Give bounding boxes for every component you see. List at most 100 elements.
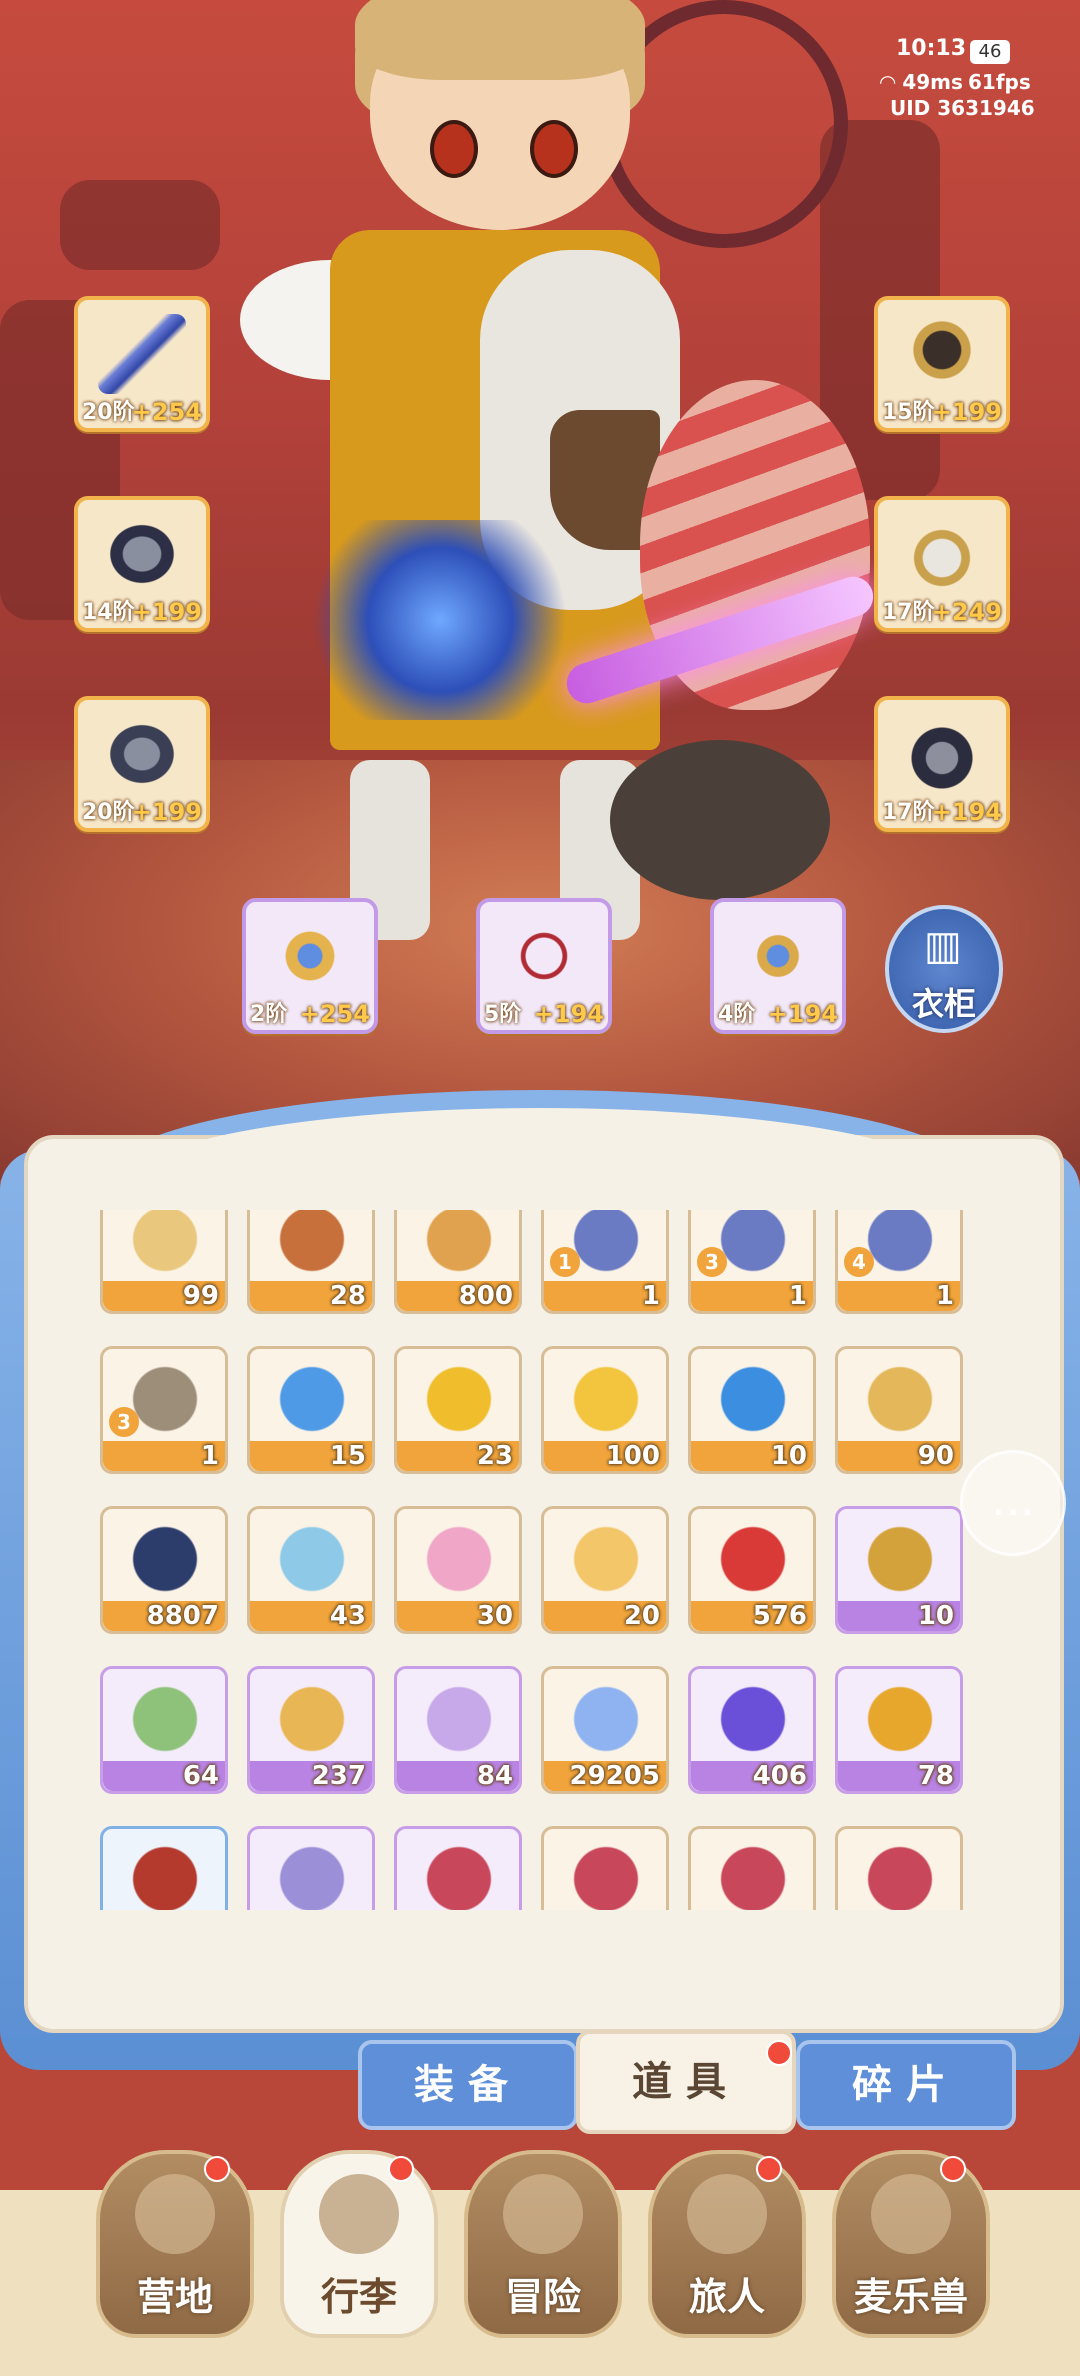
inventory-item[interactable]: 11 — [541, 1210, 669, 1314]
slot-tier: 14阶 — [82, 600, 135, 625]
equip-slot-ring[interactable]: 2阶 +254 — [242, 898, 378, 1034]
weapon-glow — [290, 520, 590, 720]
tab-equipment[interactable]: 装备 — [358, 2040, 578, 2130]
equip-slot-pants[interactable]: 20阶 +199 — [74, 696, 210, 832]
item-icon — [272, 1359, 352, 1439]
slot-plus: +249 — [931, 598, 1002, 626]
slot-tier: 17阶 — [882, 600, 935, 625]
item-icon — [713, 1359, 793, 1439]
inventory-item[interactable]: 100 — [541, 1346, 669, 1474]
item-count: 15 — [329, 1441, 366, 1471]
slot-tier: 4阶 — [718, 1002, 756, 1027]
item-icon — [272, 1679, 352, 1759]
wardrobe-button[interactable]: ▥ 衣柜 — [885, 905, 1003, 1033]
inventory-item[interactable]: 64 — [100, 1666, 228, 1794]
item-icon — [125, 1519, 205, 1599]
inventory-item[interactable]: 29205 — [541, 1666, 669, 1794]
inventory-item[interactable]: 406 — [688, 1666, 816, 1794]
item-icon — [419, 1519, 499, 1599]
inventory-item[interactable]: 30 — [394, 1506, 522, 1634]
nav-luggage[interactable]: 行李 — [280, 2150, 438, 2338]
item-count: 10 — [917, 1601, 954, 1631]
inventory-item[interactable]: 90 — [835, 1346, 963, 1474]
item-icon — [566, 1839, 646, 1910]
pet-icon — [871, 2174, 951, 2254]
inventory-item[interactable]: 10 — [835, 1506, 963, 1634]
equip-slot-necklace[interactable]: 5阶 +194 — [476, 898, 612, 1034]
equip-slot-boots[interactable]: 17阶 +194 — [874, 696, 1010, 832]
equip-slot-gloves[interactable]: 17阶 +249 — [874, 496, 1010, 632]
item-count: 84 — [476, 1761, 513, 1791]
slot-plus: +194 — [931, 798, 1002, 826]
item-grid[interactable]: 99 28 800 1 1 3 1 4 1 3 1 15 23 100 10 90 8807 43 30 20 576 1… — [100, 1210, 980, 1910]
item-icon — [713, 1839, 793, 1910]
item-count: 99 — [182, 1281, 219, 1311]
boots-icon — [898, 714, 986, 794]
slot-tier: 5阶 — [484, 1002, 522, 1027]
inventory-item[interactable]: 237 — [247, 1666, 375, 1794]
inventory-item[interactable] — [688, 1826, 816, 1910]
ring-icon — [266, 916, 354, 996]
wifi-icon: ◠ — [880, 70, 903, 94]
nav-pet[interactable]: 麦乐兽 — [832, 2150, 990, 2338]
tab-fragments[interactable]: 碎片 — [796, 2040, 1016, 2130]
sword-icon — [98, 314, 186, 394]
item-count: 576 — [752, 1601, 807, 1631]
equip-slot-armor[interactable]: 14阶 +199 — [74, 496, 210, 632]
inventory-item[interactable]: 31 — [688, 1210, 816, 1314]
item-count: 237 — [311, 1761, 366, 1791]
inventory-item[interactable]: 8807 — [100, 1506, 228, 1634]
item-count: 8807 — [146, 1601, 219, 1631]
crossed-swords-icon — [503, 2174, 583, 2254]
item-badge: 1 — [550, 1247, 580, 1277]
inventory-item[interactable]: 576 — [688, 1506, 816, 1634]
item-icon — [419, 1839, 499, 1910]
inventory-item[interactable]: 41 — [835, 1210, 963, 1314]
item-icon — [566, 1519, 646, 1599]
nav-traveler[interactable]: 旅人 — [648, 2150, 806, 2338]
item-count: 30 — [476, 1601, 513, 1631]
equip-slot-charm[interactable]: 4阶 +194 — [710, 898, 846, 1034]
item-count: 1 — [641, 1281, 660, 1311]
tab-items[interactable]: 道具 — [576, 2030, 796, 2134]
inventory-item[interactable]: 20 — [541, 1506, 669, 1634]
inventory-item[interactable]: 28 — [247, 1210, 375, 1314]
notification-dot — [756, 2156, 782, 2182]
equip-slot-helmet[interactable]: 15阶 +199 — [874, 296, 1010, 432]
item-count: 1 — [788, 1281, 807, 1311]
slot-plus: +199 — [131, 598, 202, 626]
item-icon — [713, 1679, 793, 1759]
castle-icon — [135, 2174, 215, 2254]
inventory-item[interactable] — [394, 1826, 522, 1910]
item-badge: 3 — [109, 1407, 139, 1437]
item-icon — [713, 1519, 793, 1599]
inventory-item[interactable]: 84 — [394, 1666, 522, 1794]
inventory-item[interactable]: 15 — [247, 1346, 375, 1474]
nav-label: 麦乐兽 — [853, 2275, 968, 2319]
item-icon — [419, 1210, 499, 1279]
nav-camp[interactable]: 营地 — [96, 2150, 254, 2338]
slot-tier: 20阶 — [82, 400, 135, 425]
inventory-item[interactable]: 800 — [394, 1210, 522, 1314]
inventory-item[interactable]: 23 — [394, 1346, 522, 1474]
nav-adventure[interactable]: 冒险 — [464, 2150, 622, 2338]
traveler-icon — [687, 2174, 767, 2254]
inventory-item[interactable] — [100, 1826, 228, 1910]
slot-tier: 2阶 — [250, 1002, 288, 1027]
armor-icon — [98, 514, 186, 594]
item-count: 800 — [458, 1281, 513, 1311]
inventory-item[interactable] — [835, 1826, 963, 1910]
gloves-icon — [898, 514, 986, 594]
item-icon — [272, 1519, 352, 1599]
slot-plus: +254 — [131, 398, 202, 426]
item-count: 23 — [476, 1441, 513, 1471]
inventory-item[interactable]: 78 — [835, 1666, 963, 1794]
inventory-item[interactable]: 43 — [247, 1506, 375, 1634]
inventory-item[interactable] — [247, 1826, 375, 1910]
inventory-item[interactable]: 10 — [688, 1346, 816, 1474]
equip-slot-weapon[interactable]: 20阶 +254 — [74, 296, 210, 432]
inventory-item[interactable]: 99 — [100, 1210, 228, 1314]
inventory-item[interactable]: 31 — [100, 1346, 228, 1474]
inventory-item[interactable] — [541, 1826, 669, 1910]
chat-bubble-icon[interactable]: … — [960, 1450, 1066, 1556]
